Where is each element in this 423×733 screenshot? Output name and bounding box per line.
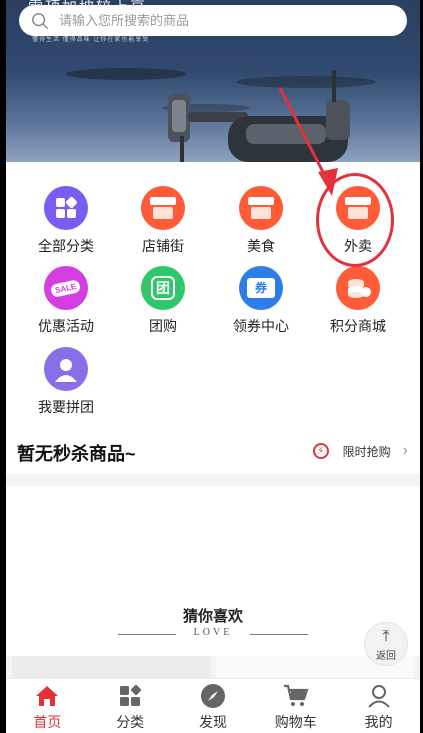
- category-group-buy[interactable]: 团 团购: [118, 266, 208, 336]
- guess-you-like-header: 猜你喜欢 LOVE: [6, 605, 420, 638]
- profile-icon: [366, 684, 392, 708]
- category-label: 我要拼团: [38, 399, 94, 415]
- tab-category[interactable]: 分类: [89, 679, 172, 733]
- store-icon: [141, 186, 185, 230]
- divider: [118, 634, 176, 635]
- search-bar[interactable]: [19, 5, 407, 36]
- flash-sale-link-label: 限时抢购: [342, 444, 391, 459]
- category-food[interactable]: 美食: [216, 186, 306, 256]
- category-label: 优惠活动: [38, 318, 94, 334]
- category-coupon-center[interactable]: 券 领券中心: [216, 266, 306, 336]
- sale-icon: SALE: [44, 266, 88, 310]
- user-icon: [44, 347, 88, 391]
- search-input[interactable]: [59, 13, 359, 28]
- tab-profile[interactable]: 我的: [337, 679, 420, 733]
- chevron-right-icon: ›: [402, 442, 408, 459]
- back-to-top-label: 返回: [376, 651, 396, 662]
- tab-cart[interactable]: 购物车: [254, 679, 337, 733]
- flash-sale-section: 暂无秒杀商品~ ⚡ 限时抢购 ›: [6, 430, 420, 474]
- group-buy-icon: 团: [141, 266, 185, 310]
- home-icon: [34, 684, 60, 708]
- tab-label: 购物车: [274, 714, 317, 730]
- tab-label: 发现: [198, 714, 227, 730]
- annotation-circle: [316, 173, 394, 267]
- promo-banner[interactable]: 雪顶加坡较上享 懂得生活 懂得品味 让你在家也能享受: [6, 0, 420, 162]
- tab-label: 首页: [33, 714, 62, 730]
- tab-home[interactable]: 首页: [6, 679, 89, 733]
- coupon-icon: 券: [239, 266, 283, 310]
- store-icon: [239, 186, 283, 230]
- tab-label: 我的: [364, 714, 393, 730]
- flash-sale-link[interactable]: ⚡ 限时抢购 ›: [312, 442, 408, 460]
- cart-icon: [283, 684, 309, 708]
- category-label: 积分商城: [330, 318, 386, 334]
- category-label: 美食: [247, 238, 275, 254]
- lightning-icon: ⚡: [312, 443, 329, 459]
- category-promotions[interactable]: SALE 优惠活动: [21, 266, 111, 336]
- tab-discover[interactable]: 发现: [172, 679, 255, 733]
- category-label: 领券中心: [233, 318, 289, 334]
- compass-icon: [200, 684, 226, 708]
- category-icon: [117, 684, 143, 708]
- arrow-up-icon: ⤒: [382, 628, 390, 645]
- grid-icon: [44, 186, 88, 230]
- guess-subtitle: LOVE: [193, 627, 233, 638]
- category-label: 团购: [149, 318, 177, 334]
- flash-sale-title: 暂无秒杀商品~: [17, 444, 136, 464]
- bottom-tab-bar: 首页 分类 发现 购物车 我的: [6, 678, 420, 733]
- app-screen: 雪顶加坡较上享 懂得生活 懂得品味 让你在家也能享受: [6, 0, 420, 733]
- search-icon: [32, 12, 48, 29]
- category-label: 全部分类: [38, 238, 94, 254]
- category-pintuan[interactable]: 我要拼团: [21, 347, 111, 417]
- category-label: 店铺街: [142, 238, 184, 254]
- guess-title: 猜你喜欢: [182, 608, 243, 625]
- category-all[interactable]: 全部分类: [21, 186, 111, 256]
- points-icon: [336, 266, 380, 310]
- category-store-street[interactable]: 店铺街: [118, 186, 208, 256]
- category-points-mall[interactable]: 积分商城: [313, 266, 403, 336]
- divider: [250, 634, 308, 635]
- tab-label: 分类: [116, 714, 145, 730]
- back-to-top-button[interactable]: ⤒ 返回: [364, 622, 408, 666]
